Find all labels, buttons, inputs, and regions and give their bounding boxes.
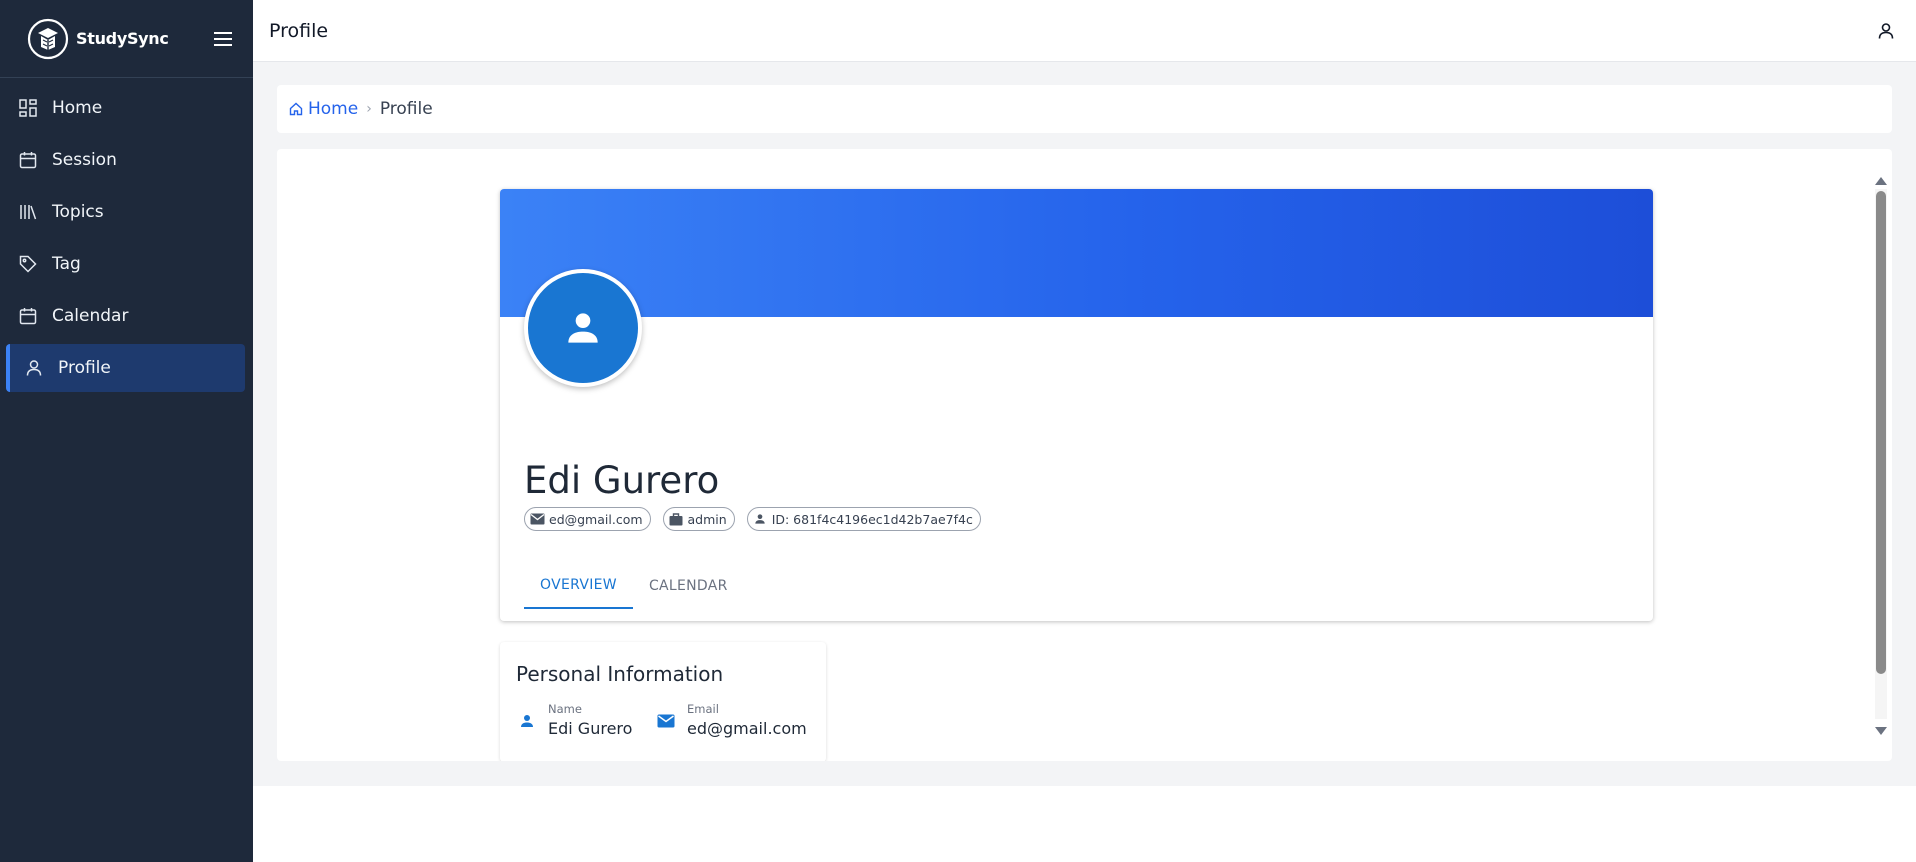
person-icon (568, 313, 598, 343)
email-label: Email (687, 702, 719, 716)
page-footer-space (253, 786, 1916, 862)
breadcrumb: Home › Profile (277, 85, 1892, 133)
sidebar-item-profile[interactable]: Profile (6, 344, 245, 392)
calendar-icon (18, 306, 38, 326)
email-chip: ed@gmail.com (524, 507, 651, 531)
mail-icon (655, 710, 677, 732)
email-chip-label: ed@gmail.com (549, 511, 643, 527)
sidebar: StudySync Home Session Topics Tag Calend… (0, 0, 253, 862)
breadcrumb-home-label: Home (308, 99, 359, 119)
sidebar-item-session[interactable]: Session (6, 136, 245, 184)
sidebar-item-label: Home (52, 98, 103, 118)
content-card: Edi Gurero ed@gmail.com admin ID: 681f4c… (277, 149, 1892, 761)
profile-name: Edi Gurero (524, 459, 720, 502)
hamburger-icon (214, 31, 232, 46)
profile-banner (500, 189, 1653, 317)
personal-information-title: Personal Information (516, 662, 724, 686)
topbar: Profile (253, 0, 1916, 62)
profile-card: Edi Gurero ed@gmail.com admin ID: 681f4c… (500, 189, 1653, 621)
role-chip: admin (662, 507, 735, 531)
sidebar-item-calendar[interactable]: Calendar (6, 292, 245, 340)
tab-calendar[interactable]: CALENDAR (633, 563, 744, 609)
sidebar-item-label: Tag (52, 254, 81, 274)
profile-tabs: OVERVIEW CALENDAR (524, 563, 744, 609)
account-button[interactable] (1872, 17, 1900, 45)
user-icon (24, 358, 44, 378)
name-value: Edi Gurero (548, 719, 633, 738)
person-icon (752, 511, 768, 527)
brand[interactable]: StudySync (26, 17, 169, 61)
chevron-right-icon: › (366, 101, 372, 117)
personal-information-card: Personal Information Name Edi Gurero Ema… (500, 642, 826, 761)
sidebar-nav: Home Session Topics Tag Calendar Profile (0, 78, 253, 392)
name-field: Name Edi Gurero (516, 702, 632, 738)
main-content: Home › Profile Edi Gurero ed@gmail.com a… (253, 62, 1916, 786)
studysync-logo-icon (27, 18, 69, 59)
role-chip-label: admin (687, 511, 727, 527)
sidebar-item-label: Session (52, 150, 117, 170)
mail-icon (529, 511, 545, 527)
brand-name: StudySync (76, 29, 169, 48)
id-chip: ID: 681f4c4196ec1d42b7ae7f4c (746, 507, 981, 531)
avatar (524, 269, 642, 387)
sidebar-item-label: Calendar (52, 306, 129, 326)
sidebar-item-label: Profile (58, 358, 111, 378)
home-icon (289, 102, 303, 116)
tag-icon (18, 254, 38, 274)
briefcase-icon (668, 511, 684, 527)
user-icon (1878, 22, 1894, 39)
dashboard-icon (18, 98, 38, 118)
library-icon (18, 202, 38, 222)
name-label: Name (548, 702, 582, 716)
breadcrumb-home-link[interactable]: Home (289, 99, 358, 119)
sidebar-item-tag[interactable]: Tag (6, 240, 245, 288)
email-field: Email ed@gmail.com (655, 702, 807, 738)
calendar-icon (18, 150, 38, 170)
menu-toggle-button[interactable] (211, 27, 235, 51)
person-icon (516, 710, 538, 732)
scrollbar-thumb[interactable] (1876, 191, 1886, 674)
sidebar-header: StudySync (0, 0, 253, 78)
tab-overview[interactable]: OVERVIEW (524, 563, 633, 609)
sidebar-item-home[interactable]: Home (6, 84, 245, 132)
scroll-down-arrow-icon[interactable] (1875, 727, 1887, 735)
content-scrollbar[interactable] (1874, 173, 1888, 737)
page-title: Profile (269, 19, 329, 42)
id-chip-label: ID: 681f4c4196ec1d42b7ae7f4c (771, 511, 973, 527)
email-value: ed@gmail.com (687, 719, 807, 738)
scroll-up-arrow-icon[interactable] (1875, 177, 1887, 185)
profile-chips: ed@gmail.com admin ID: 681f4c4196ec1d42b… (524, 507, 981, 531)
sidebar-item-label: Topics (52, 202, 104, 222)
sidebar-item-topics[interactable]: Topics (6, 188, 245, 236)
breadcrumb-current: Profile (379, 99, 433, 119)
